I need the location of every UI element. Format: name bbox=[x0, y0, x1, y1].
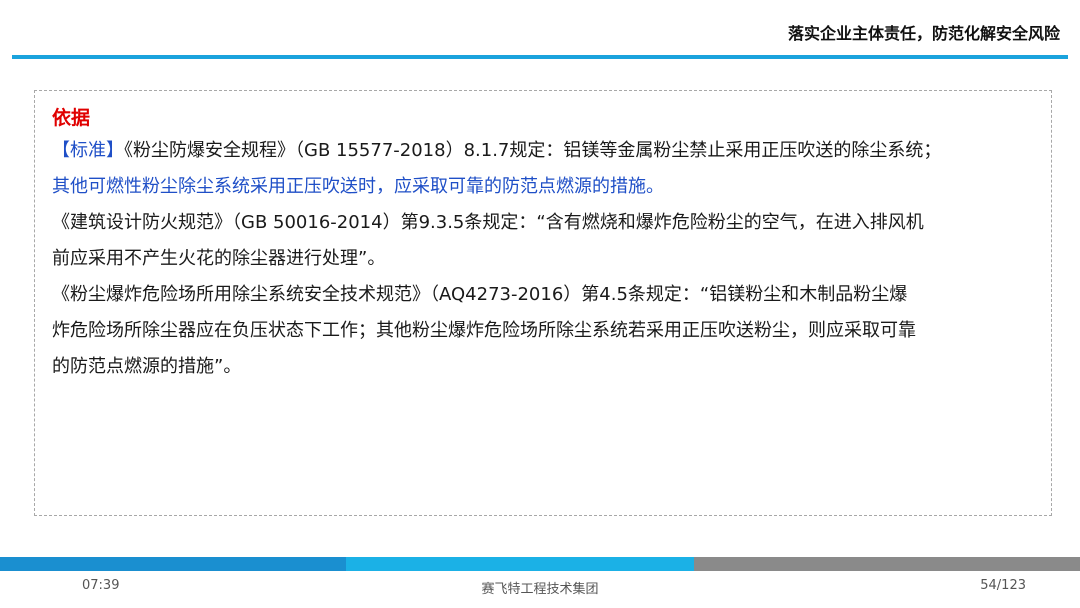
standard-tag: 【标准】 bbox=[52, 140, 124, 161]
paragraph-line: 《建筑设计防火规范》（GB 50016-2014）第9.3.5条规定：“含有燃烧… bbox=[52, 212, 924, 233]
footer-color-bar bbox=[0, 557, 1080, 571]
footer-bar-segment bbox=[0, 557, 346, 571]
page-number: 54/123 bbox=[980, 578, 1026, 593]
regulation-text: 《粉尘防爆安全规程》（GB 15577-2018）8.1.7规定：铝镁等金属粉尘… bbox=[124, 140, 942, 161]
paragraph-line: 炸危险场所除尘器应在负压状态下工作；其他粉尘爆炸危险场所除尘系统若采用正压吹送粉… bbox=[52, 320, 916, 341]
paragraph-line: 前应采用不产生火花的除尘器进行处理”。 bbox=[52, 248, 386, 269]
slide-title: 落实企业主体责任，防范化解安全风险 bbox=[787, 24, 1060, 43]
section-heading: 依据 bbox=[52, 107, 91, 129]
standard-paragraph-3: 《粉尘爆炸危险场所用除尘系统安全技术规范》（AQ4273-2016）第4.5条规… bbox=[52, 277, 1048, 385]
footer-organization: 赛飞特工程技术集团 bbox=[481, 582, 599, 597]
header-divider bbox=[12, 55, 1068, 59]
footer-bar-segment bbox=[346, 557, 694, 571]
footer-bar-segment bbox=[694, 557, 1080, 571]
standard-paragraph-1: 【标准】《粉尘防爆安全规程》（GB 15577-2018）8.1.7规定：铝镁等… bbox=[52, 133, 1048, 205]
content-panel: 依据 【标准】《粉尘防爆安全规程》（GB 15577-2018）8.1.7规定：… bbox=[34, 90, 1052, 516]
standard-paragraph-2: 《建筑设计防火规范》（GB 50016-2014）第9.3.5条规定：“含有燃烧… bbox=[52, 205, 1048, 277]
paragraph-line: 《粉尘爆炸危险场所用除尘系统安全技术规范》（AQ4273-2016）第4.5条规… bbox=[52, 284, 908, 305]
paragraph-line: 的防范点燃源的措施”。 bbox=[52, 356, 242, 377]
highlighted-line: 其他可燃性粉尘除尘系统采用正压吹送时，应采取可靠的防范点燃源的措施。 bbox=[52, 176, 664, 197]
content-text: 依据 【标准】《粉尘防爆安全规程》（GB 15577-2018）8.1.7规定：… bbox=[52, 103, 1048, 385]
paragraph-line: 【标准】《粉尘防爆安全规程》（GB 15577-2018）8.1.7规定：铝镁等… bbox=[52, 133, 1048, 169]
